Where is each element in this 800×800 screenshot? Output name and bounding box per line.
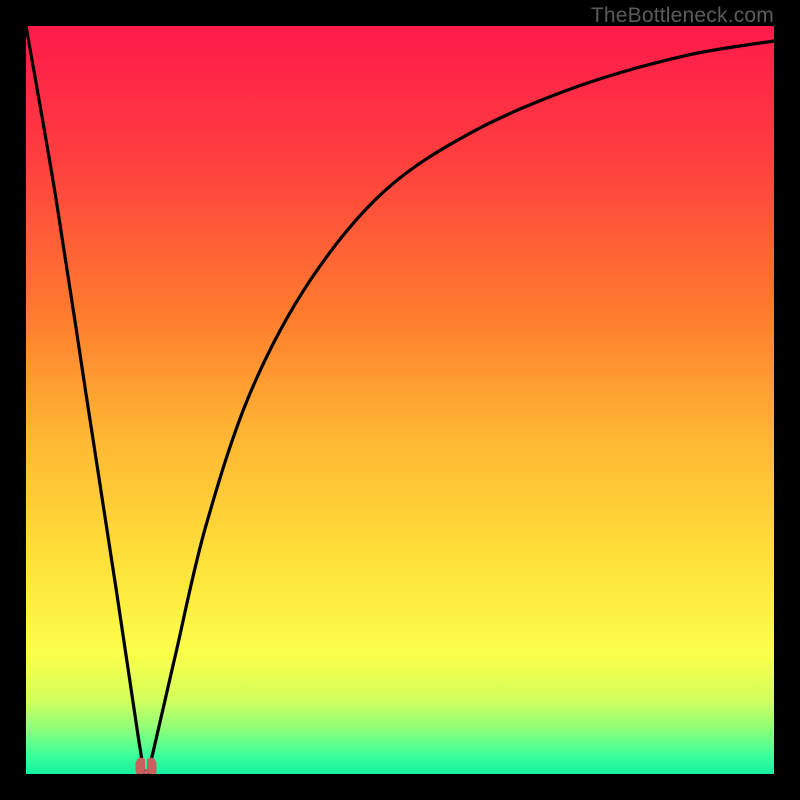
- watermark-text: TheBottleneck.com: [591, 4, 774, 28]
- plot-area: [26, 26, 774, 774]
- chart-frame: TheBottleneck.com: [0, 0, 800, 800]
- bottleneck-curve: [26, 26, 774, 774]
- optimum-marker: [133, 757, 159, 774]
